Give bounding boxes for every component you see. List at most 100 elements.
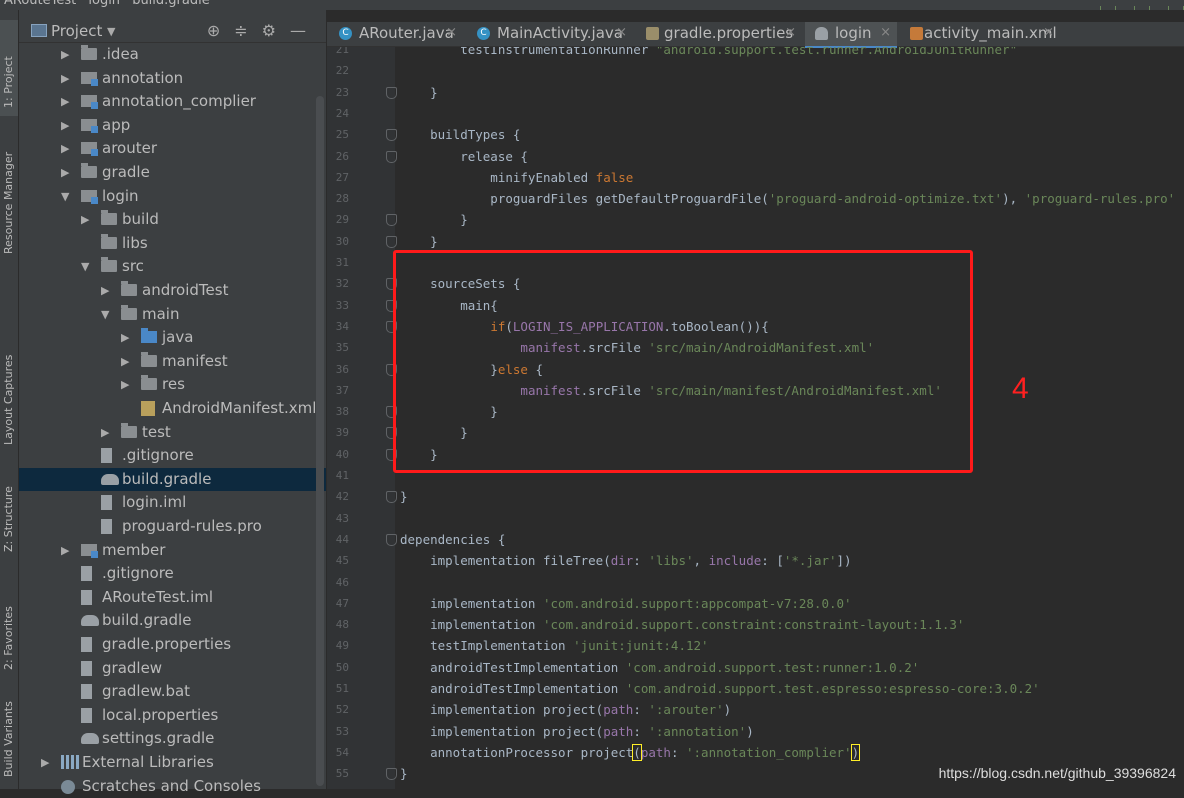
tree-item[interactable]: proguard-rules.pro (19, 515, 326, 538)
tree-item[interactable]: login.iml (19, 491, 326, 514)
tree-item[interactable]: gradle.properties (19, 633, 326, 656)
code-line[interactable]: 29 } (327, 209, 1184, 230)
tree-item[interactable]: ▶ arouter (19, 137, 326, 160)
close-icon[interactable]: × (1043, 22, 1054, 44)
tree-item[interactable]: Scratches and Consoles (19, 775, 326, 798)
tree-item[interactable]: ▼ login (19, 185, 326, 208)
chevron-down-icon[interactable]: ▼ (61, 185, 69, 208)
fold-marker-icon[interactable] (386, 491, 397, 504)
chevron-right-icon[interactable]: ▶ (61, 539, 69, 562)
fold-marker-icon[interactable] (386, 533, 397, 546)
tree-item[interactable]: ▶ androidTest (19, 279, 326, 302)
tree-item[interactable]: AndroidManifest.xml (19, 397, 326, 420)
tree-item[interactable]: ▶ member (19, 539, 326, 562)
chevron-right-icon[interactable]: ▶ (61, 90, 69, 113)
tab-mainactivity-java[interactable]: C MainActivity.java × (467, 22, 633, 46)
tree-item[interactable]: gradlew (19, 657, 326, 680)
scrollbar[interactable] (316, 96, 324, 786)
tree-item[interactable]: ▶ annotation_complier (19, 90, 326, 113)
fold-marker-icon[interactable] (386, 214, 397, 227)
code-line[interactable]: 44 dependencies { (327, 529, 1184, 550)
chevron-right-icon[interactable]: ▶ (121, 326, 129, 349)
chevron-right-icon[interactable]: ▶ (61, 67, 69, 90)
tree-item[interactable]: ▼ main (19, 303, 326, 326)
tool-tab-favorites[interactable]: 2: Favorites (0, 585, 18, 680)
chevron-right-icon[interactable]: ▶ (41, 751, 49, 774)
tool-tab-resource-manager[interactable]: Resource Manager (0, 138, 18, 278)
chevron-right-icon[interactable]: ▶ (61, 161, 69, 184)
tab-arouter-java[interactable]: C ARouter.java × (329, 22, 463, 46)
tree-item[interactable]: ▶ gradle (19, 161, 326, 184)
gear-icon[interactable]: ⚙ (262, 21, 290, 40)
tree-item[interactable]: ▶ External Libraries (19, 751, 326, 774)
tree-item[interactable]: ARouteTest.iml (19, 586, 326, 609)
tree-item[interactable]: settings.gradle (19, 727, 326, 750)
tree-item[interactable]: ▶ annotation (19, 67, 326, 90)
hide-panel-icon[interactable]: — (290, 21, 320, 40)
close-icon[interactable]: × (880, 22, 891, 44)
locate-icon[interactable]: ⊕ (207, 21, 234, 40)
tab-login[interactable]: login × (805, 22, 897, 48)
tree-item[interactable]: build.gradle (19, 609, 326, 632)
code-line[interactable]: 47 implementation 'com.android.support:a… (327, 593, 1184, 614)
fold-marker-icon[interactable] (386, 768, 397, 781)
code-line[interactable]: 45 implementation fileTree(dir: 'libs', … (327, 550, 1184, 571)
code-line[interactable]: 27 minifyEnabled false (327, 167, 1184, 188)
fold-marker-icon[interactable] (386, 235, 397, 248)
breadcrumb-project[interactable]: ARouteTest (4, 0, 76, 8)
chevron-right-icon[interactable]: ▶ (121, 373, 129, 396)
chevron-down-icon[interactable]: ▼ (81, 255, 89, 278)
code-line[interactable]: 23 } (327, 82, 1184, 103)
chevron-down-icon[interactable]: ▼ (107, 25, 115, 38)
tree-item[interactable]: gradlew.bat (19, 680, 326, 703)
tree-item[interactable]: ▶ manifest (19, 350, 326, 373)
chevron-right-icon[interactable]: ▶ (61, 43, 69, 66)
code-line[interactable]: 49 testImplementation 'junit:junit:4.12' (327, 635, 1184, 656)
tree-item[interactable]: ▶ test (19, 421, 326, 444)
tab-activity-main-xml[interactable]: activity_main.xml × (900, 22, 1060, 46)
code-line[interactable]: 43 (327, 508, 1184, 529)
tree-item[interactable]: ▶ build (19, 208, 326, 231)
tree-item[interactable]: ▶ app (19, 114, 326, 137)
chevron-right-icon[interactable]: ▶ (81, 208, 89, 231)
code-line[interactable]: 46 (327, 572, 1184, 593)
chevron-right-icon[interactable]: ▶ (61, 137, 69, 160)
chevron-right-icon[interactable]: ▶ (101, 279, 109, 302)
tree-item[interactable]: libs (19, 232, 326, 255)
tree-item[interactable]: build.gradle (19, 467, 326, 491)
breadcrumb-file[interactable]: build.gradle (132, 0, 210, 8)
tree-item[interactable]: ▶ .idea (19, 43, 326, 66)
close-icon[interactable]: × (785, 22, 796, 44)
code-line[interactable]: 52 implementation project(path: ':aroute… (327, 699, 1184, 720)
tool-tab-build-variants[interactable]: Build Variants (0, 695, 18, 785)
code-line[interactable]: 53 implementation project(path: ':annota… (327, 721, 1184, 742)
tool-tab-layout-captures[interactable]: Layout Captures (0, 335, 18, 455)
code-line[interactable]: 22 (327, 60, 1184, 81)
fold-marker-icon[interactable] (386, 150, 397, 163)
code-line[interactable]: 50 androidTestImplementation 'com.androi… (327, 657, 1184, 678)
chevron-right-icon[interactable]: ▶ (101, 421, 109, 444)
tool-tab-structure[interactable]: Z: Structure (0, 472, 18, 562)
breadcrumb-module[interactable]: login (88, 0, 120, 8)
code-line[interactable]: 25 buildTypes { (327, 124, 1184, 145)
tree-item[interactable]: ▼ src (19, 255, 326, 278)
code-line[interactable]: 24 (327, 103, 1184, 124)
tab-gradle-properties[interactable]: gradle.properties × (636, 22, 802, 46)
collapse-all-icon[interactable]: ≑ (234, 21, 261, 40)
chevron-down-icon[interactable]: ▼ (101, 303, 109, 326)
code-line[interactable]: 48 implementation 'com.android.support.c… (327, 614, 1184, 635)
tool-tab-project[interactable]: 1: Project (0, 20, 18, 116)
code-line[interactable]: 42} (327, 486, 1184, 507)
code-line[interactable]: 54 annotationProcessor project(path: ':a… (327, 742, 1184, 763)
code-line[interactable]: 30 } (327, 231, 1184, 252)
chevron-right-icon[interactable]: ▶ (61, 114, 69, 137)
project-view-selector[interactable]: Project (51, 22, 102, 40)
fold-marker-icon[interactable] (386, 86, 397, 99)
code-line[interactable]: 51 androidTestImplementation 'com.androi… (327, 678, 1184, 699)
chevron-right-icon[interactable]: ▶ (121, 350, 129, 373)
close-icon[interactable]: × (616, 22, 627, 44)
code-line[interactable]: 26 release { (327, 146, 1184, 167)
close-icon[interactable]: × (446, 22, 457, 44)
tree-item[interactable]: .gitignore (19, 444, 326, 467)
code-line[interactable]: 28 proguardFiles getDefaultProguardFile(… (327, 188, 1184, 209)
